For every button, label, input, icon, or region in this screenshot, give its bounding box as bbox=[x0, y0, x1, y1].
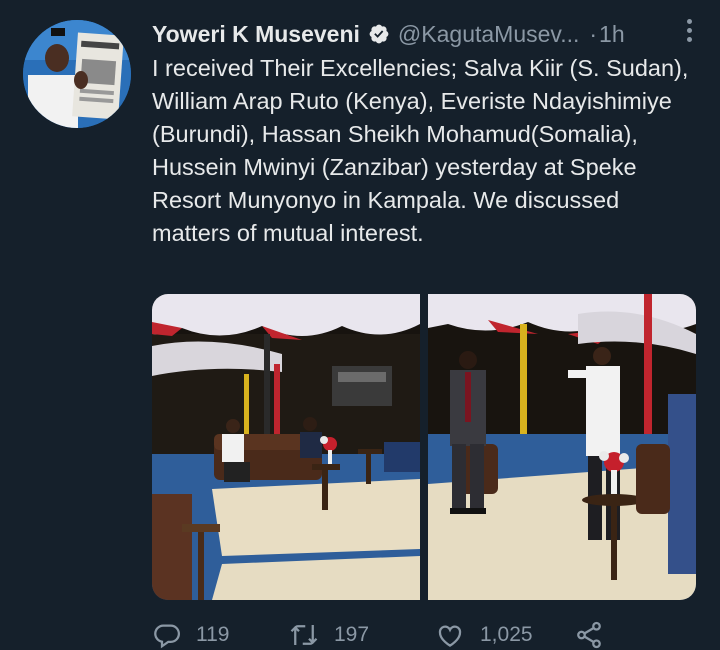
reply-count: 119 bbox=[196, 623, 230, 646]
author-avatar[interactable] bbox=[23, 20, 131, 128]
share-button[interactable] bbox=[574, 620, 604, 650]
reply-button[interactable]: 119 bbox=[152, 620, 288, 650]
tweet-text: I received Their Excellencies; Salva Kii… bbox=[152, 55, 689, 246]
author-name[interactable]: Yoweri K Museveni bbox=[152, 21, 360, 48]
tweet-header: Yoweri K Museveni @KagutaMusev... · 1h bbox=[152, 18, 700, 50]
author-handle[interactable]: @KagutaMusev... bbox=[398, 21, 579, 48]
more-options-icon[interactable] bbox=[687, 19, 692, 42]
retweet-icon bbox=[290, 625, 318, 645]
tweet-media[interactable] bbox=[152, 294, 696, 600]
reply-icon bbox=[154, 624, 180, 649]
retweet-count: 197 bbox=[334, 623, 370, 646]
separator-dot: · bbox=[589, 20, 598, 47]
share-icon bbox=[577, 621, 601, 649]
heart-icon bbox=[438, 625, 462, 647]
tweet-actions: 119 197 1,025 bbox=[152, 620, 672, 650]
tweet-photo-1[interactable] bbox=[152, 294, 420, 600]
tweet-photo-2[interactable] bbox=[428, 294, 696, 600]
like-count: 1,025 bbox=[480, 623, 533, 646]
like-button[interactable]: 1,025 bbox=[434, 620, 574, 650]
avatar-image bbox=[23, 20, 131, 128]
verified-badge-icon bbox=[368, 23, 390, 45]
tweet-timestamp[interactable]: 1h bbox=[599, 21, 625, 48]
retweet-button[interactable]: 197 bbox=[288, 620, 434, 650]
